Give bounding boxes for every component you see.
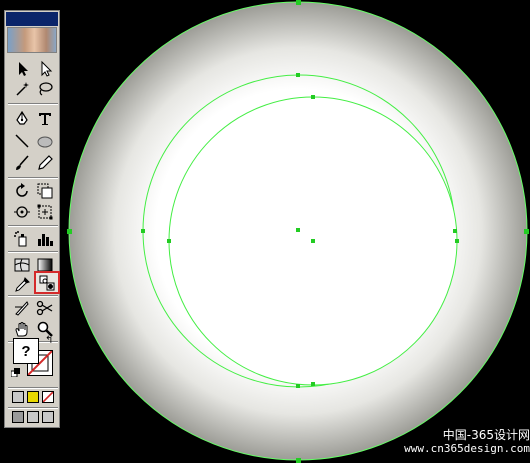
scissors-tool-icon[interactable] [34,298,56,318]
mesh-tool-icon[interactable] [11,255,33,275]
default-fill-stroke-icon[interactable] [11,368,20,377]
symbol-sprayer-tool-icon[interactable] [11,229,33,249]
standard-screen-mode-button[interactable] [12,411,24,423]
paintbrush-tool-icon[interactable] [11,153,33,173]
lasso-tool-icon[interactable] [34,79,56,99]
line-segment-tool-icon[interactable] [11,131,33,151]
pen-tool-icon[interactable] [11,109,33,129]
direct-selection-tool-icon[interactable] [34,59,56,79]
site-watermark: 中国-365设计网 www.cn365design.com [402,428,530,456]
rotate-tool-icon[interactable] [11,181,33,201]
pencil-tool-icon[interactable] [34,153,56,173]
slice-tool-icon[interactable] [11,298,33,318]
fill-stroke-swatches: ? ↰ [11,336,57,380]
full-screen-menu-mode-button[interactable] [27,411,39,423]
type-tool-icon[interactable] [34,109,56,129]
eyedropper-tool-icon[interactable] [11,275,33,295]
warp-tool-icon[interactable] [11,202,33,222]
ellipse-tool-icon[interactable] [34,131,56,151]
color-mode-button[interactable] [12,391,24,403]
blend-tool-icon[interactable] [34,271,60,294]
swap-fill-stroke-icon[interactable]: ↰ [45,336,53,346]
full-screen-mode-button[interactable] [42,411,54,423]
watermark-title: 中国-365设计网 [442,428,530,442]
tools-panel: ? ↰ [4,10,60,428]
selection-tool-icon[interactable] [11,59,33,79]
magic-wand-tool-icon[interactable] [11,79,33,99]
fill-swatch[interactable]: ? [13,338,39,364]
panel-titlebar[interactable] [6,12,58,26]
gradient-mode-button[interactable] [27,391,39,403]
scale-tool-icon[interactable] [34,181,56,201]
watermark-url: www.cn365design.com [404,442,530,455]
free-transform-tool-icon[interactable] [34,202,56,222]
column-graph-tool-icon[interactable] [34,229,56,249]
artboard-canvas[interactable] [0,0,530,463]
app-logo[interactable] [7,27,57,53]
none-mode-button[interactable] [42,391,54,403]
